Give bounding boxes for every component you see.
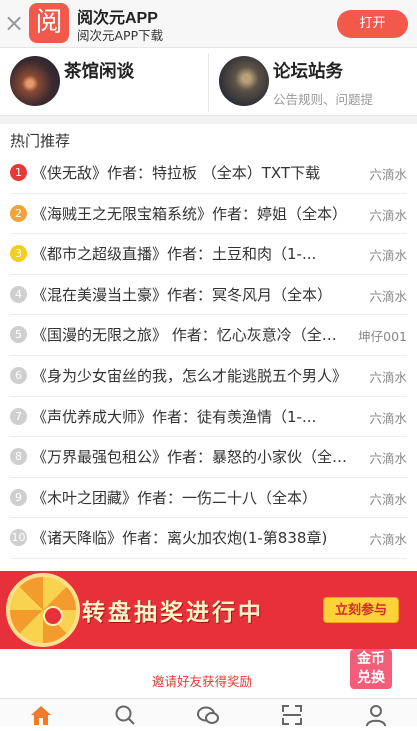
lottery-promo-banner[interactable]: 转盘抽奖进行中 立刻参与: [0, 571, 417, 649]
forum-thumbnail: [219, 56, 269, 106]
thread-title[interactable]: 《混在美漫当土豪》作者：冥冬风月（全本）: [32, 284, 352, 305]
thread-author: 六滴水: [369, 532, 407, 548]
app-logo: 阅: [29, 3, 69, 43]
list-item[interactable]: 5 《国漫的无限之旅》 作者：忆心灰意冷（全本） 坤仔001: [10, 315, 407, 356]
wheel-center: [43, 606, 63, 626]
home-icon[interactable]: [29, 703, 53, 727]
open-app-button[interactable]: 打开: [337, 10, 408, 38]
rank-badge: 1: [10, 164, 27, 181]
forum-thumbnail: [10, 56, 60, 106]
rank-badge: 6: [10, 366, 27, 384]
user-icon[interactable]: [364, 703, 388, 727]
rank-badge: 4: [10, 285, 27, 303]
prize-wheel-icon: [6, 573, 80, 647]
list-item[interactable]: 3 《都市之超级直播》作者：土豆和肉（1-... 六滴水: [10, 234, 407, 275]
section-separator: [0, 116, 417, 124]
thread-title[interactable]: 《诸天降临》作者：离火加农炮(1-第838章): [32, 527, 352, 548]
join-now-button[interactable]: 立刻参与: [323, 597, 399, 623]
list-item[interactable]: 8 《万界最强包租公》作者：暴怒的小家伙（全本） 六滴水: [10, 437, 407, 478]
invite-area: 邀请好友获得奖励 金币 兑换: [0, 649, 417, 698]
thread-author: 六滴水: [369, 451, 407, 467]
thread-author: 六滴水: [369, 207, 407, 223]
chat-icon[interactable]: [196, 703, 220, 727]
thread-author: 六滴水: [369, 288, 407, 304]
forum-description: 公告规则、问题提: [273, 92, 374, 107]
thread-author: 六滴水: [369, 248, 407, 264]
app-subtitle: 阅次元APP下载: [77, 28, 164, 43]
promo-headline: 转盘抽奖进行中: [82, 600, 264, 626]
hot-list: 1 《侠无敌》作者：特拉板 （全本）TXT下载 六滴水 2 《海贼王之无限宝箱系…: [0, 153, 417, 559]
thread-title[interactable]: 《侠无敌》作者：特拉板 （全本）TXT下载: [32, 162, 352, 183]
forum-tile-site-affairs[interactable]: 论坛站务 公告规则、问题提: [209, 48, 417, 116]
thread-title[interactable]: 《海贼王之无限宝箱系统》作者：婷姐（全本）: [32, 203, 352, 224]
thread-title[interactable]: 《都市之超级直播》作者：土豆和肉（1-...: [32, 243, 352, 264]
section-title: 热门推荐: [10, 132, 71, 150]
thread-title[interactable]: 《身为少女宙丝的我，怎么才能逃脱五个男人》: [32, 365, 352, 386]
forum-tile-teahouse[interactable]: 茶馆闲谈: [0, 48, 208, 116]
rank-badge: 8: [10, 448, 27, 466]
thread-author: 六滴水: [369, 369, 407, 385]
thread-author: 六滴水: [369, 167, 407, 182]
thread-author: 坤仔001: [358, 329, 407, 345]
thread-title[interactable]: 《国漫的无限之旅》 作者：忆心灰意冷（全本）: [32, 324, 337, 345]
rank-badge: 3: [10, 245, 27, 263]
thread-title[interactable]: 《声优养成大师》作者：徒有羡渔情（1-...: [32, 406, 352, 427]
thread-title[interactable]: 《木叶之团藏》作者：一伤二十八（全本）: [32, 487, 352, 508]
list-item[interactable]: 9 《木叶之团藏》作者：一伤二十八（全本） 六滴水: [10, 478, 407, 519]
scan-icon[interactable]: [280, 703, 304, 727]
thread-title[interactable]: 《万界最强包租公》作者：暴怒的小家伙（全本）: [32, 446, 352, 467]
thread-author: 六滴水: [369, 410, 407, 426]
coin-label-line1: 金币: [357, 651, 385, 667]
forum-title: 论坛站务: [273, 62, 343, 82]
list-item[interactable]: 4 《混在美漫当土豪》作者：冥冬风月（全本） 六滴水: [10, 275, 407, 316]
thread-author: 六滴水: [369, 491, 407, 507]
list-item[interactable]: 10 《诸天降临》作者：离火加农炮(1-第838章) 六滴水: [10, 518, 407, 559]
coin-exchange-button[interactable]: 金币 兑换: [350, 649, 392, 689]
rank-badge: 2: [10, 204, 27, 222]
rank-badge: 9: [10, 488, 27, 506]
list-item[interactable]: 7 《声优养成大师》作者：徒有羡渔情（1-... 六滴水: [10, 397, 407, 438]
close-icon[interactable]: ×: [4, 11, 24, 35]
bottom-nav: [0, 698, 417, 727]
rank-badge: 7: [10, 407, 27, 425]
list-item[interactable]: 6 《身为少女宙丝的我，怎么才能逃脱五个男人》 六滴水: [10, 356, 407, 397]
app-download-banner: × 阅 阅次元APP 阅次元APP下载 打开: [0, 0, 417, 48]
forum-title: 茶馆闲谈: [64, 62, 134, 82]
coin-label-line2: 兑换: [357, 670, 385, 686]
rank-badge: 10: [10, 529, 27, 547]
search-icon[interactable]: [113, 703, 137, 727]
list-item[interactable]: 2 《海贼王之无限宝箱系统》作者：婷姐（全本） 六滴水: [10, 194, 407, 235]
rank-badge: 5: [10, 326, 27, 344]
invite-friends-link[interactable]: 邀请好友获得奖励: [152, 671, 252, 690]
forum-row: 茶馆闲谈 论坛站务 公告规则、问题提: [0, 48, 417, 116]
list-item[interactable]: 1 《侠无敌》作者：特拉板 （全本）TXT下载 六滴水: [10, 153, 407, 194]
